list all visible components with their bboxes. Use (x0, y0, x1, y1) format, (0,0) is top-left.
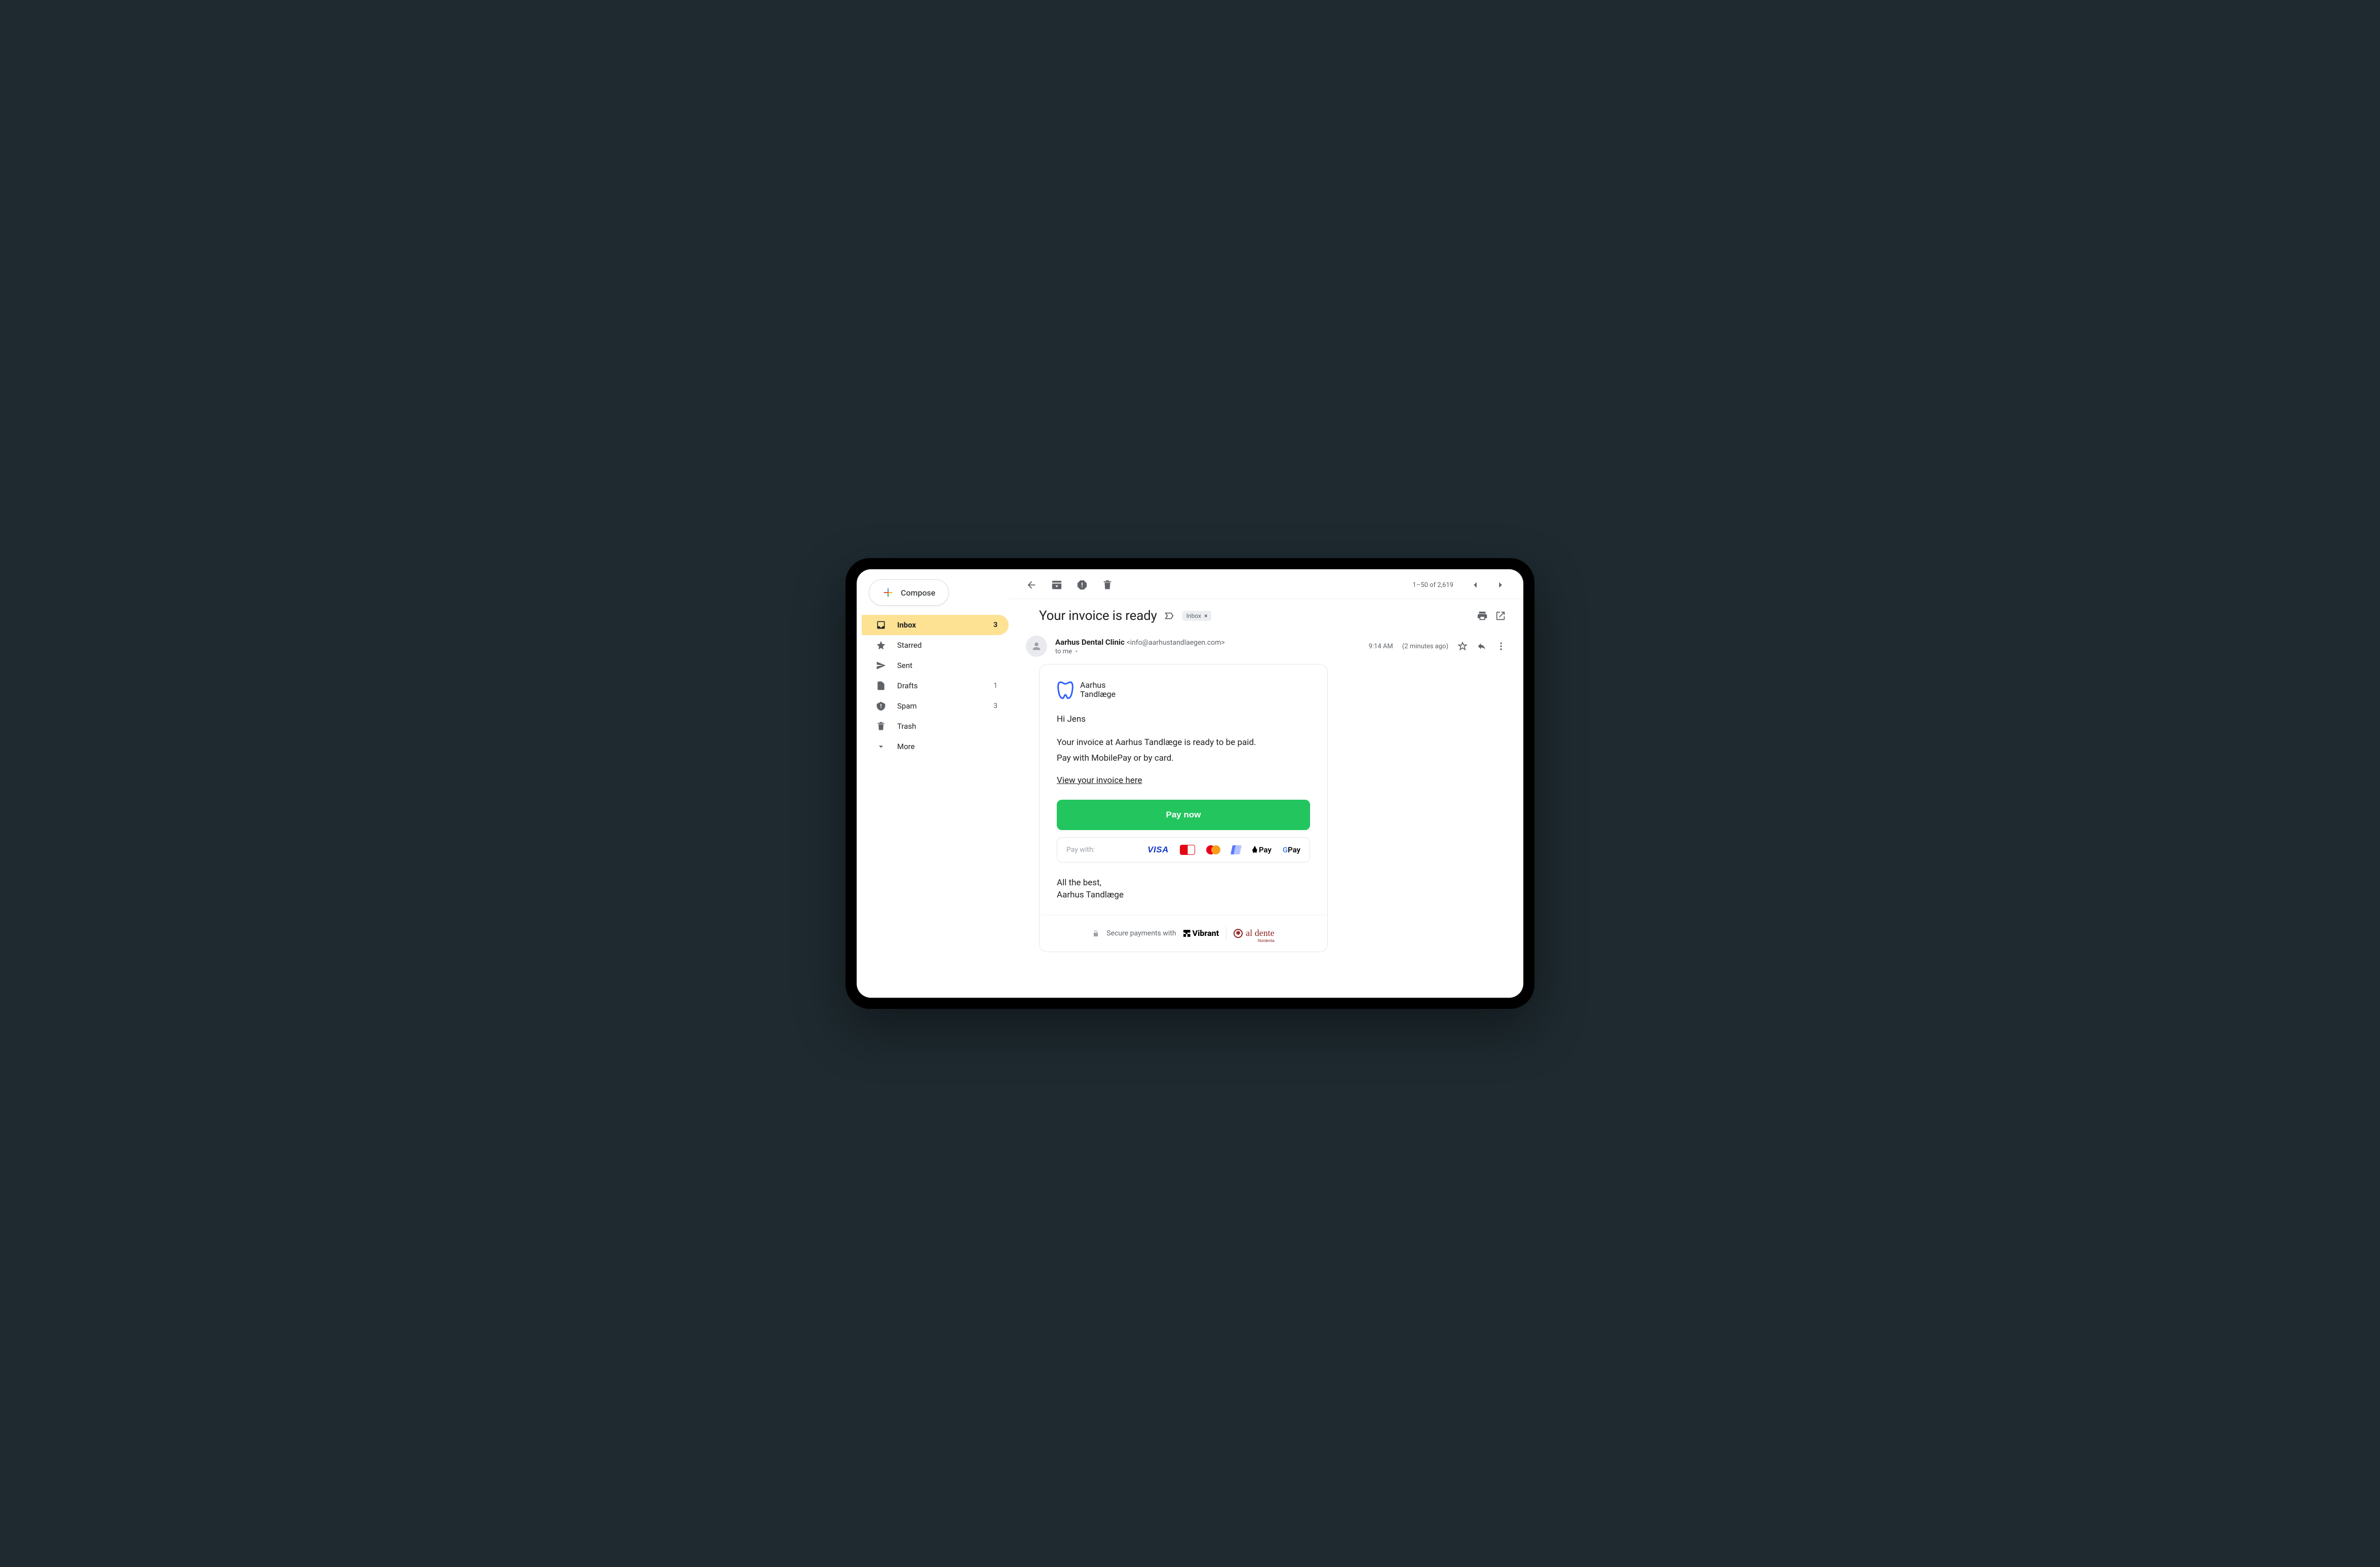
message-body-scroll[interactable]: Aarhus Tandlæge Hi Jens Your invoice at … (1009, 659, 1523, 998)
from-email: <info@aarhustandlaegen.com> (1127, 639, 1225, 647)
mastercard-icon (1206, 845, 1220, 854)
sidebar-item-label: Drafts (897, 681, 918, 690)
email-body: Hi Jens Your invoice at Aarhus Tandlæge … (1057, 713, 1310, 786)
greeting: Hi Jens (1057, 713, 1310, 726)
sidebar: Compose Inbox 3 Starred Sent (857, 569, 1009, 998)
sidebar-item-drafts[interactable]: Drafts 1 (862, 676, 1009, 696)
email-card: Aarhus Tandlæge Hi Jens Your invoice at … (1039, 664, 1328, 952)
sidebar-item-sent[interactable]: Sent (862, 655, 1009, 676)
delete-icon[interactable] (1102, 579, 1113, 591)
body-line1: Your invoice at Aarhus Tandlæge is ready… (1057, 736, 1310, 750)
sidebar-item-inbox[interactable]: Inbox 3 (862, 615, 1009, 635)
subject-row: Your invoice is ready Inbox × (1009, 599, 1523, 628)
more-vert-icon[interactable] (1496, 641, 1506, 651)
chevron-down-icon (876, 741, 886, 752)
tablet-frame: Compose Inbox 3 Starred Sent (846, 558, 1534, 1009)
from-name: Aarhus Dental Clinic (1055, 638, 1125, 647)
message-header: Aarhus Dental Clinic <info@aarhustandlae… (1009, 628, 1523, 659)
star-icon (876, 640, 886, 650)
sidebar-item-count: 3 (993, 702, 997, 710)
chip-label: Inbox (1186, 612, 1201, 619)
inbox-icon (876, 620, 886, 630)
lock-icon (1092, 929, 1099, 937)
tooth-icon (1057, 680, 1074, 700)
caret-down-icon (1074, 649, 1079, 654)
footer-text: Secure payments with (1106, 929, 1176, 937)
sidebar-item-label: Sent (897, 661, 912, 670)
apple-pay-icon: Pay (1252, 845, 1272, 854)
pay-with-label: Pay with: (1066, 846, 1095, 854)
closing-line1: All the best, (1057, 877, 1310, 889)
plus-icon (882, 587, 894, 598)
sidebar-item-label: Starred (897, 641, 922, 650)
to-label: to me (1055, 648, 1072, 655)
spam-icon (876, 701, 886, 711)
nav-list: Inbox 3 Starred Sent Drafts 1 (862, 615, 1009, 757)
to-dropdown[interactable]: to me (1055, 648, 1361, 655)
avatar (1026, 636, 1047, 657)
sidebar-item-starred[interactable]: Starred (862, 635, 1009, 655)
compose-button[interactable]: Compose (869, 579, 949, 606)
brand: Aarhus Tandlæge (1057, 680, 1310, 700)
prev-page-icon[interactable] (1470, 579, 1481, 591)
label-chip[interactable]: Inbox × (1182, 611, 1212, 621)
important-icon[interactable] (1164, 610, 1175, 621)
toolbar: 1–50 of 2,619 (1009, 569, 1523, 599)
main: 1–50 of 2,619 Your invoice is ready Inbo… (1009, 569, 1523, 998)
card-footer: Secure payments with Vibrant ✱ al dente … (1040, 915, 1327, 952)
mobilepay-icon (1232, 845, 1241, 854)
visa-icon: VISA (1147, 845, 1169, 854)
person-icon (1031, 641, 1042, 652)
brand-line2: Tandlæge (1080, 690, 1116, 699)
body-line2: Pay with MobilePay or by card. (1057, 752, 1310, 765)
sidebar-item-label: More (897, 742, 915, 751)
chip-remove-icon[interactable]: × (1204, 612, 1207, 619)
open-new-window-icon[interactable] (1495, 610, 1506, 621)
sidebar-item-label: Spam (897, 701, 917, 711)
reply-icon[interactable] (1477, 641, 1487, 651)
sidebar-item-label: Trash (897, 722, 916, 731)
closing-line2: Aarhus Tandlæge (1057, 889, 1310, 902)
message-meta: 9:14 AM (2 minutes ago) (1369, 641, 1506, 651)
sidebar-item-count: 1 (993, 682, 997, 690)
sidebar-item-count: 3 (993, 621, 997, 629)
archive-icon[interactable] (1051, 579, 1062, 591)
trash-icon (876, 721, 886, 731)
sidebar-item-more[interactable]: More (862, 736, 1009, 757)
dankort-icon (1180, 845, 1195, 855)
brand-line1: Aarhus (1080, 681, 1116, 690)
closing: All the best, Aarhus Tandlæge (1057, 877, 1310, 902)
view-invoice-link[interactable]: View your invoice here (1057, 775, 1142, 786)
back-icon[interactable] (1026, 579, 1037, 591)
screen: Compose Inbox 3 Starred Sent (857, 569, 1523, 998)
file-icon (876, 681, 886, 691)
print-icon[interactable] (1477, 610, 1488, 621)
sidebar-item-spam[interactable]: Spam 3 (862, 696, 1009, 716)
al-dente-logo: ✱ al dente Nordenta (1234, 928, 1274, 938)
send-icon (876, 660, 886, 671)
pagination-range: 1–50 of 2,619 (1412, 581, 1453, 589)
star-outline-icon[interactable] (1457, 641, 1468, 651)
google-pay-icon: G Pay (1283, 845, 1300, 854)
sidebar-item-trash[interactable]: Trash (862, 716, 1009, 736)
sidebar-item-label: Inbox (897, 620, 916, 630)
report-spam-icon[interactable] (1077, 579, 1088, 591)
next-page-icon[interactable] (1495, 579, 1506, 591)
vibrant-logo: Vibrant (1183, 928, 1219, 938)
pay-now-button[interactable]: Pay now (1057, 800, 1310, 830)
compose-label: Compose (901, 588, 935, 598)
from-block: Aarhus Dental Clinic <info@aarhustandlae… (1055, 638, 1361, 655)
message-relative: (2 minutes ago) (1402, 643, 1448, 650)
subject: Your invoice is ready (1039, 608, 1157, 623)
message-time: 9:14 AM (1369, 643, 1393, 650)
pay-with-row: Pay with: VISA Pay G Pay (1057, 837, 1310, 863)
